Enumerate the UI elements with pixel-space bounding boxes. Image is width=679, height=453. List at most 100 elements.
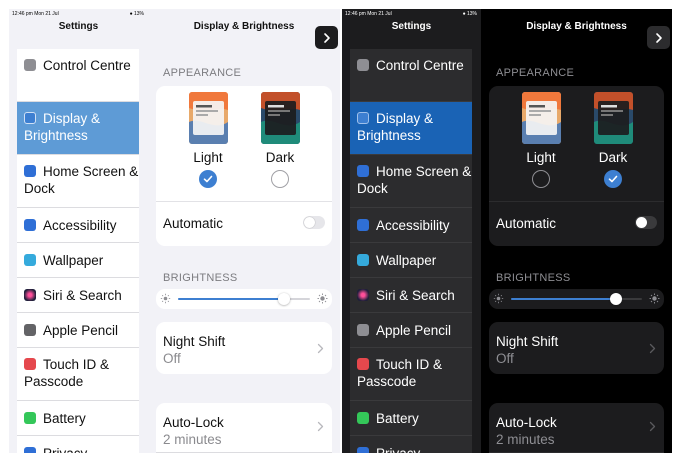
checkmark-icon bbox=[608, 175, 618, 183]
night-shift-title: Night Shift bbox=[496, 334, 559, 349]
chevron-right-icon bbox=[649, 421, 656, 432]
sidebar-item-control-centre[interactable]: Control Centre bbox=[350, 49, 472, 102]
sidebar-item-wallpaper[interactable]: Wallpaper bbox=[350, 243, 472, 278]
appearance-header: APPEARANCE bbox=[496, 67, 575, 79]
status-bar: 12:46 pm Mon 21 Jul ● 13% bbox=[342, 9, 481, 20]
wallpaper-icon bbox=[24, 254, 36, 266]
display-icon bbox=[24, 112, 36, 124]
brightness-card bbox=[156, 289, 332, 309]
appearance-header: APPEARANCE bbox=[163, 67, 242, 79]
sidebar-item-battery[interactable]: Battery bbox=[350, 401, 472, 436]
automatic-toggle[interactable] bbox=[635, 216, 657, 229]
light-mode-radio[interactable] bbox=[532, 170, 550, 188]
sidebar-item-touch-id[interactable]: Touch ID & Passcode bbox=[350, 348, 472, 401]
battery-percent: 13% bbox=[133, 11, 144, 17]
night-shift-row[interactable]: Night Shift Off bbox=[489, 322, 664, 374]
dark-mode-preview[interactable] bbox=[594, 92, 633, 144]
light-mode-radio[interactable] bbox=[199, 170, 217, 188]
sidebar-item-label: Siri & Search bbox=[43, 287, 122, 303]
chevron-right-icon bbox=[317, 421, 324, 432]
brightness-slider[interactable] bbox=[511, 293, 642, 305]
brightness-slider[interactable] bbox=[178, 293, 310, 305]
dark-preview-image bbox=[594, 92, 633, 144]
sidebar-item-label: Touch ID & Passcode bbox=[24, 357, 110, 389]
brightness-slider-fill bbox=[178, 298, 284, 300]
settings-screen-dark: 12:46 pm Mon 21 Jul ● 13% Settings Contr… bbox=[342, 9, 672, 453]
auto-lock-value: 2 minutes bbox=[496, 432, 555, 447]
sidebar-item-display-brightness[interactable]: Display & Brightness bbox=[17, 102, 139, 155]
display-brightness-pane: Display & Brightness APPEARANCE Light Da… bbox=[148, 9, 340, 453]
sidebar-item-label: Privacy bbox=[376, 445, 421, 453]
control-centre-icon bbox=[357, 59, 369, 71]
auto-lock-title: Auto-Lock bbox=[496, 415, 557, 430]
auto-lock-row[interactable]: Auto-Lock 2 minutes bbox=[489, 403, 664, 453]
brightness-card bbox=[489, 289, 664, 309]
sun-large-icon bbox=[317, 293, 328, 304]
status-battery: ● 13% bbox=[129, 11, 144, 17]
sidebar-item-label: Wallpaper bbox=[43, 252, 104, 268]
sidebar-item-control-centre[interactable]: Control Centre bbox=[17, 49, 139, 102]
chevron-right-icon bbox=[317, 343, 324, 354]
sidebar-item-label: Siri & Search bbox=[376, 287, 455, 303]
settings-screen-light: 12:46 pm Mon 21 Jul ● 13% Settings Contr… bbox=[9, 9, 340, 453]
sidebar-toggle-button[interactable] bbox=[315, 26, 338, 49]
status-bar: 12:46 pm Mon 21 Jul ● 13% bbox=[9, 9, 148, 20]
brightness-slider-knob[interactable] bbox=[609, 293, 622, 305]
brightness-header: BRIGHTNESS bbox=[163, 272, 238, 284]
display-brightness-pane: Display & Brightness APPEARANCE Light Da… bbox=[481, 9, 672, 453]
sidebar-item-display-brightness[interactable]: Display & Brightness bbox=[350, 102, 472, 155]
touch-id-icon bbox=[357, 358, 369, 370]
sidebar-item-privacy[interactable]: Privacy bbox=[17, 436, 139, 453]
automatic-toggle[interactable] bbox=[303, 216, 325, 229]
pencil-icon bbox=[357, 324, 369, 336]
automatic-label: Automatic bbox=[163, 216, 224, 231]
sidebar-item-label: Apple Pencil bbox=[376, 322, 452, 338]
automatic-row: Automatic bbox=[156, 201, 332, 241]
dark-mode-radio[interactable] bbox=[271, 170, 289, 188]
privacy-icon bbox=[24, 447, 36, 453]
sidebar-item-battery[interactable]: Battery bbox=[17, 401, 139, 436]
auto-lock-row[interactable]: Auto-Lock 2 minutes bbox=[156, 403, 332, 453]
dark-mode-label: Dark bbox=[265, 150, 295, 165]
sidebar-item-home-screen[interactable]: Home Screen & Dock bbox=[17, 155, 139, 208]
sidebar-item-wallpaper[interactable]: Wallpaper bbox=[17, 243, 139, 278]
light-mode-preview[interactable] bbox=[189, 92, 228, 144]
brightness-slider-knob[interactable] bbox=[277, 293, 290, 305]
sun-small-icon bbox=[493, 293, 504, 304]
sidebar-item-touch-id[interactable]: Touch ID & Passcode bbox=[17, 348, 139, 401]
sun-small-icon bbox=[160, 293, 171, 304]
appearance-card: Light Dark Automatic bbox=[156, 86, 332, 246]
sidebar-item-apple-pencil[interactable]: Apple Pencil bbox=[17, 313, 139, 348]
sidebar-item-siri-search[interactable]: Siri & Search bbox=[350, 278, 472, 313]
sidebar-item-privacy[interactable]: Privacy bbox=[350, 436, 472, 453]
sidebar-item-home-screen[interactable]: Home Screen & Dock bbox=[350, 155, 472, 208]
sun-large-icon bbox=[649, 293, 660, 304]
sidebar-item-label: Accessibility bbox=[376, 217, 450, 233]
status-time: 12:46 pm Mon 21 Jul bbox=[12, 11, 59, 17]
sidebar-item-label: Home Screen & Dock bbox=[24, 164, 139, 196]
dark-mode-preview[interactable] bbox=[261, 92, 300, 144]
sidebar-item-label: Apple Pencil bbox=[43, 322, 119, 338]
automatic-label: Automatic bbox=[496, 216, 557, 231]
automatic-row: Automatic bbox=[489, 201, 664, 241]
dark-mode-radio[interactable] bbox=[604, 170, 622, 188]
sidebar-item-apple-pencil[interactable]: Apple Pencil bbox=[350, 313, 472, 348]
night-shift-row[interactable]: Night Shift Off bbox=[156, 322, 332, 374]
siri-icon bbox=[24, 289, 36, 301]
sidebar-item-label: Privacy bbox=[43, 445, 88, 453]
sidebar-title: Settings bbox=[58, 21, 99, 32]
sidebar-item-accessibility[interactable]: Accessibility bbox=[350, 208, 472, 243]
sidebar-item-label: Control Centre bbox=[376, 58, 464, 73]
privacy-icon bbox=[357, 447, 369, 453]
light-mode-label: Light bbox=[526, 150, 556, 165]
chevron-right-icon bbox=[655, 32, 662, 43]
sidebar-toggle-button[interactable] bbox=[647, 26, 670, 49]
sidebar-item-siri-search[interactable]: Siri & Search bbox=[17, 278, 139, 313]
dark-mode-label: Dark bbox=[598, 150, 628, 165]
chevron-right-icon bbox=[323, 32, 330, 43]
page-title: Display & Brightness bbox=[526, 21, 627, 32]
sidebar-item-accessibility[interactable]: Accessibility bbox=[17, 208, 139, 243]
light-preview-image bbox=[522, 92, 561, 144]
brightness-header: BRIGHTNESS bbox=[496, 272, 571, 284]
light-mode-preview[interactable] bbox=[522, 92, 561, 144]
